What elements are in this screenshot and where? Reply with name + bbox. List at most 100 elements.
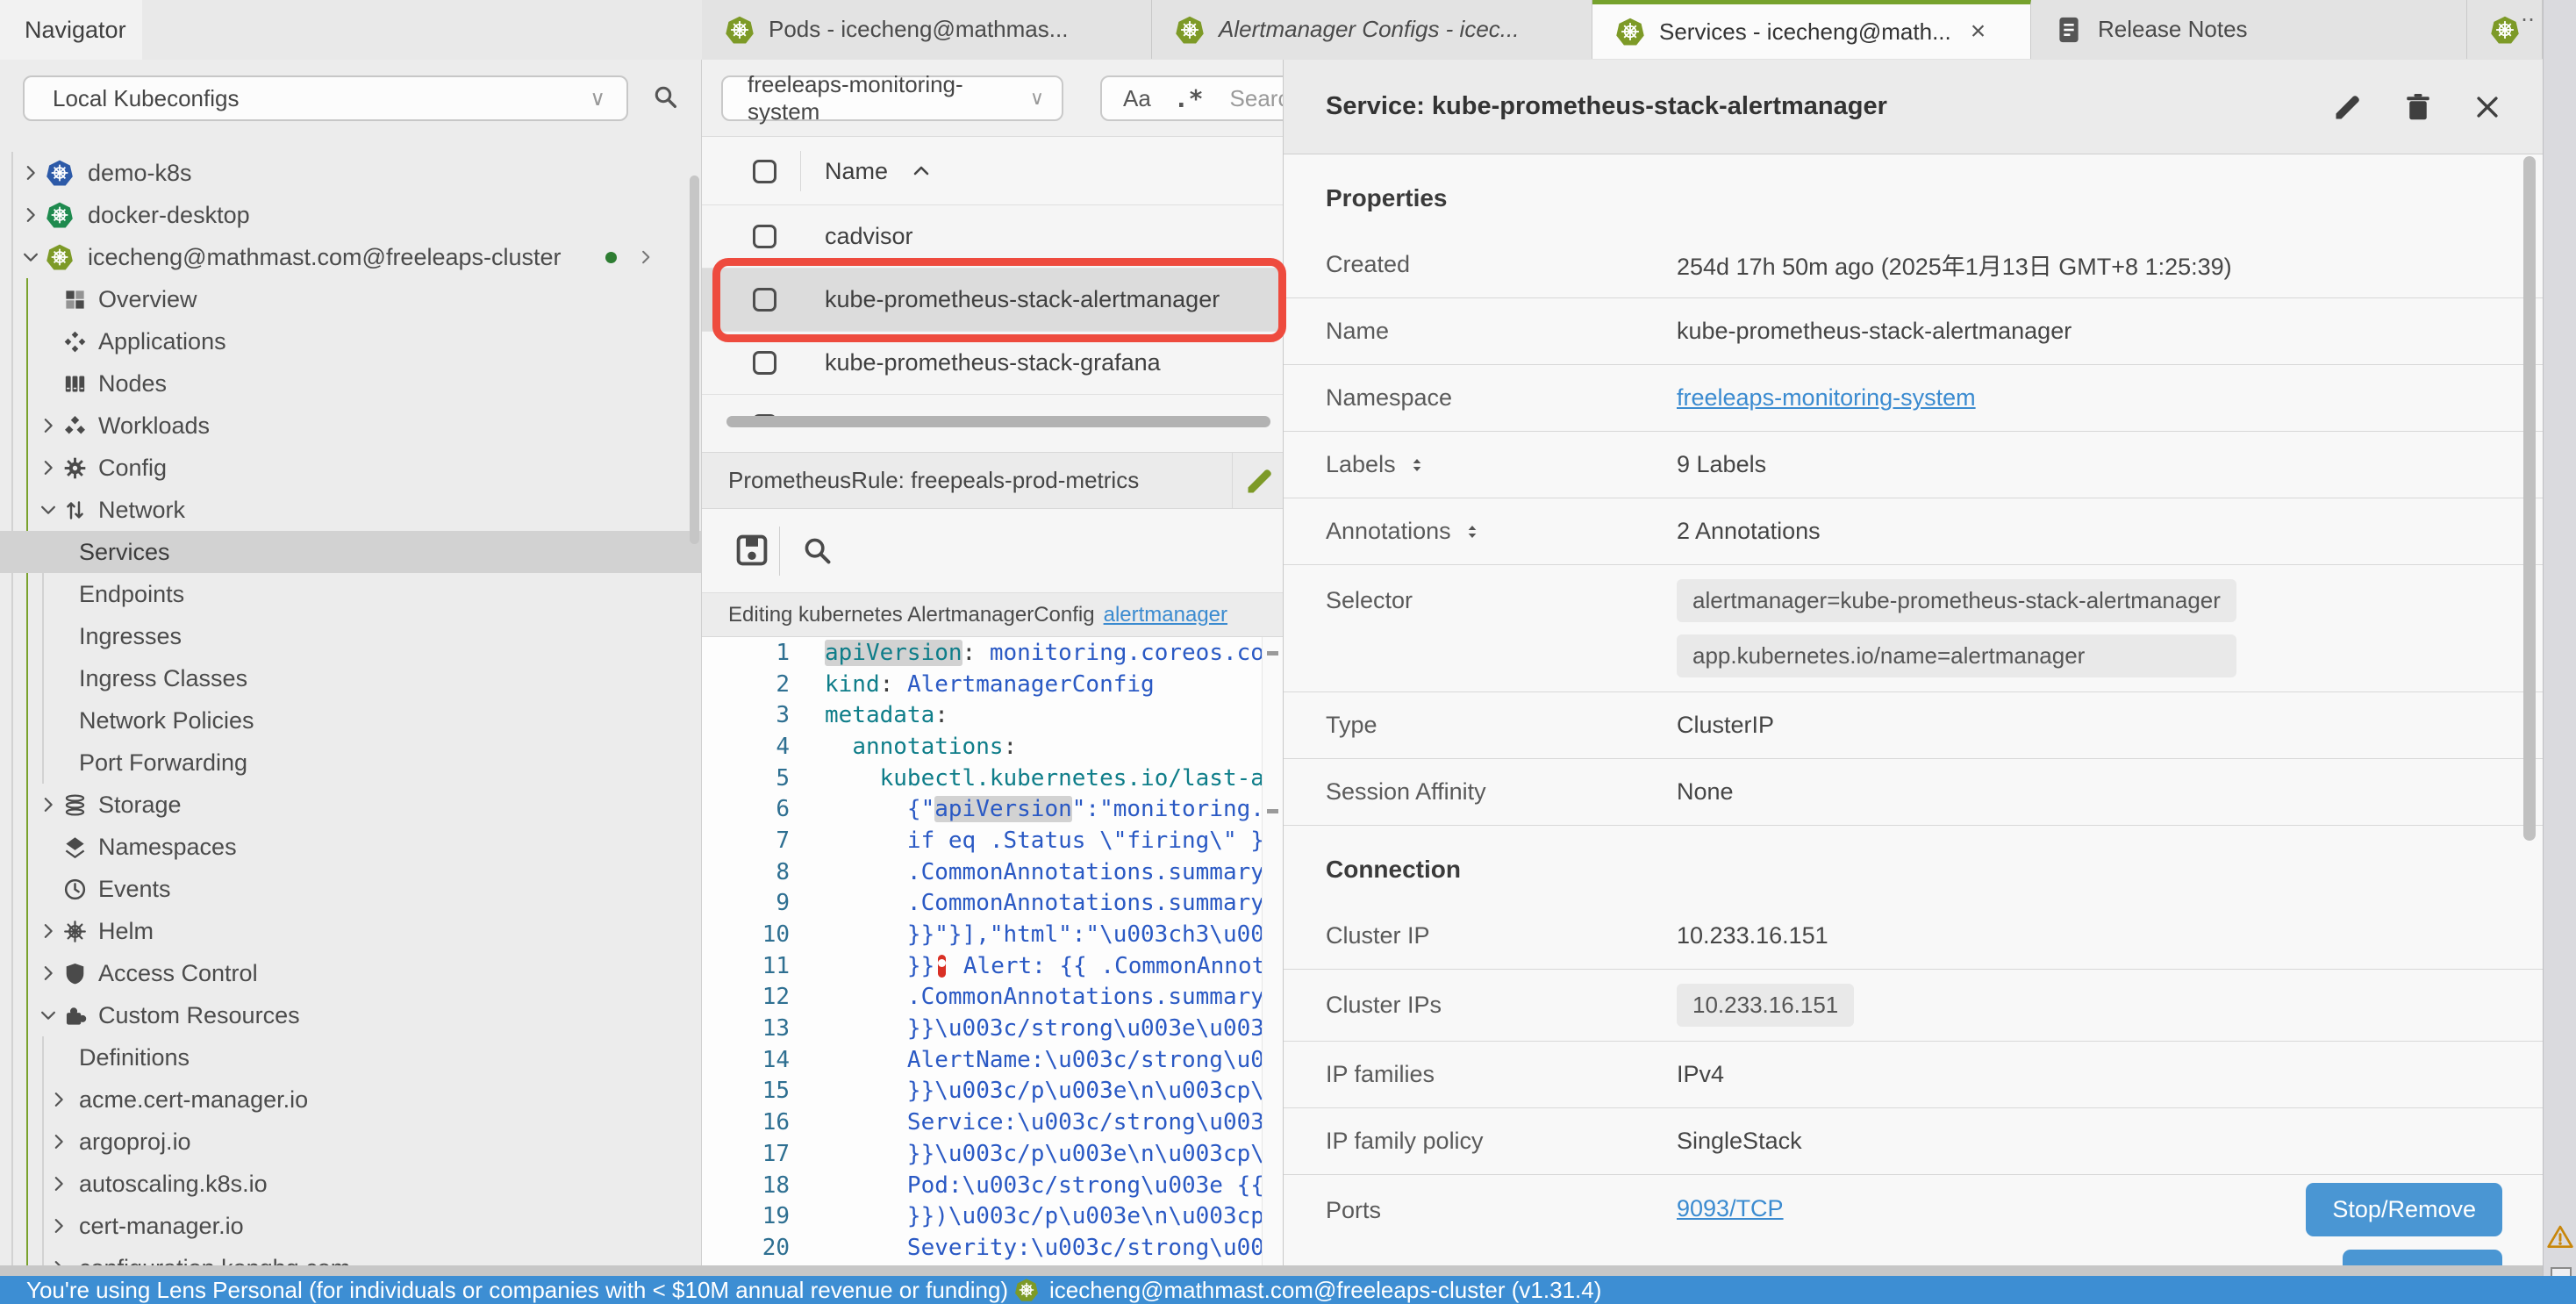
sidebar-item-ingress-classes[interactable]: Ingress Classes bbox=[0, 657, 702, 699]
chevron-down-icon[interactable] bbox=[39, 1006, 58, 1025]
edit-icon[interactable] bbox=[2332, 91, 2364, 123]
chevron-right-icon[interactable] bbox=[39, 795, 58, 814]
code-line-19[interactable]: 19 }})\u003c/p\u003e\n\u003cp\u00 bbox=[702, 1200, 1283, 1232]
tab-alertmanager-configs-icec[interactable]: Alertmanager Configs - icec... bbox=[1152, 0, 1592, 59]
sidebar-item-definitions[interactable]: Definitions bbox=[0, 1036, 702, 1078]
sidebar-scrollbar[interactable] bbox=[690, 176, 699, 544]
namespace-select[interactable]: freeleaps-monitoring-system ∨ bbox=[721, 75, 1063, 121]
chevron-down-icon[interactable] bbox=[21, 247, 40, 267]
code-line-10[interactable]: 10 }}"}],"html":"\u003ch3\u003e\u bbox=[702, 919, 1283, 950]
yaml-editor[interactable]: 1apiVersion: monitoring.coreos.com/v12ki… bbox=[702, 637, 1283, 1265]
code-line-3[interactable]: 3metadata: bbox=[702, 699, 1283, 731]
chevron-right-icon[interactable] bbox=[39, 921, 58, 941]
sidebar-item-nodes[interactable]: Nodes bbox=[0, 362, 702, 405]
editor-scroll-marks[interactable] bbox=[1262, 637, 1283, 1265]
search-icon[interactable] bbox=[800, 534, 834, 567]
sidebar-item-docker-desktop[interactable]: docker-desktop bbox=[0, 194, 702, 236]
search-input[interactable]: Aa .* Search... bbox=[1100, 75, 1283, 121]
row-checkbox[interactable] bbox=[753, 351, 776, 375]
code-line-11[interactable]: 11 }} Alert: {{ .CommonAnnotati bbox=[702, 950, 1283, 982]
chevron-right-icon[interactable] bbox=[49, 1258, 68, 1265]
sidebar-item-network[interactable]: Network bbox=[0, 489, 702, 531]
code-line-8[interactable]: 8 .CommonAnnotations.summary }}- bbox=[702, 856, 1283, 888]
chevron-right-icon[interactable] bbox=[49, 1174, 68, 1193]
sidebar-item-services[interactable]: Services bbox=[0, 531, 702, 573]
chevron-right-icon[interactable] bbox=[39, 416, 58, 435]
save-icon[interactable] bbox=[733, 532, 770, 569]
code-line-2[interactable]: 2kind: AlertmanagerConfig bbox=[702, 669, 1283, 700]
chevron-right-icon[interactable] bbox=[49, 1216, 68, 1236]
code-line-7[interactable]: 7 if eq .Status \"firing\" }} bbox=[702, 825, 1283, 856]
code-line-13[interactable]: 13 }}\u003c/strong\u003e\u003c/h3 bbox=[702, 1013, 1283, 1044]
sidebar-item-port-forwarding[interactable]: Port Forwarding bbox=[0, 742, 702, 784]
horizontal-scrollbar[interactable] bbox=[726, 416, 1270, 427]
close-icon[interactable] bbox=[2472, 92, 2502, 122]
sidebar-item-applications[interactable]: Applications bbox=[0, 320, 702, 362]
table-row[interactable] bbox=[702, 395, 1283, 416]
regex-icon[interactable]: .* bbox=[1174, 84, 1204, 113]
chevron-right-icon[interactable] bbox=[49, 1090, 68, 1109]
code-line-20[interactable]: 20 Severity:\u003c/strong\u003e - bbox=[702, 1232, 1283, 1264]
code-line-16[interactable]: 16 Service:\u003c/strong\u003e {- bbox=[702, 1107, 1283, 1138]
sidebar-item-events[interactable]: Events bbox=[0, 868, 702, 910]
editing-resource-link[interactable]: alertmanager bbox=[1104, 603, 1227, 627]
sidebar-item-storage[interactable]: Storage bbox=[0, 784, 702, 826]
stop-remove-button[interactable]: Stop/Remove bbox=[2306, 1183, 2502, 1236]
sidebar-item-acme-cert-manager-io[interactable]: acme.cert-manager.io bbox=[0, 1078, 702, 1121]
chevron-right-icon[interactable] bbox=[39, 964, 58, 983]
sort-toggle-icon[interactable] bbox=[1408, 456, 1426, 474]
chevron-right-icon[interactable] bbox=[637, 248, 655, 266]
sidebar-item-helm[interactable]: Helm bbox=[0, 910, 702, 952]
code-line-12[interactable]: 12 .CommonAnnotations.summary }}- bbox=[702, 982, 1283, 1014]
chevron-right-icon[interactable] bbox=[21, 205, 40, 225]
code-line-4[interactable]: 4 annotations: bbox=[702, 731, 1283, 763]
edit-icon[interactable] bbox=[1244, 465, 1276, 497]
sidebar-item-autoscaling-k8s-io[interactable]: autoscaling.k8s.io bbox=[0, 1163, 702, 1205]
chevron-right-icon[interactable] bbox=[39, 458, 58, 477]
prometheusrule-dock-tab[interactable]: PrometheusRule: freepeals-prod-metrics bbox=[702, 452, 1283, 509]
search-icon[interactable] bbox=[651, 82, 679, 111]
tab-pods-icecheng-mathmas[interactable]: Pods - icecheng@mathmas... bbox=[702, 0, 1152, 59]
kubeconfig-select[interactable]: Local Kubeconfigs ∨ bbox=[23, 75, 628, 121]
chevron-right-icon[interactable] bbox=[49, 1132, 68, 1151]
tab-overflow[interactable]: ‥ bbox=[2467, 0, 2543, 59]
sidebar-item-workloads[interactable]: Workloads bbox=[0, 405, 702, 447]
close-icon[interactable]: × bbox=[1971, 18, 1986, 45]
sidebar-item-icecheng-mathmast-com-freeleaps-cluster[interactable]: icecheng@mathmast.com@freeleaps-cluster bbox=[0, 236, 702, 278]
code-line-5[interactable]: 5 kubectl.kubernetes.io/last-appli bbox=[702, 763, 1283, 794]
sidebar-item-configuration-konghq-com[interactable]: configuration.konghq.com bbox=[0, 1247, 702, 1265]
sort-toggle-icon[interactable] bbox=[1463, 523, 1481, 541]
sidebar-item-network-policies[interactable]: Network Policies bbox=[0, 699, 702, 742]
active-cluster-status[interactable]: icecheng@mathmast.com@freeleaps-cluster … bbox=[1014, 1277, 1601, 1304]
code-line-17[interactable]: 17 }}\u003c/p\u003e\n\u003cp\u003 bbox=[702, 1138, 1283, 1170]
sidebar-item-namespaces[interactable]: Namespaces bbox=[0, 826, 702, 868]
sidebar-item-endpoints[interactable]: Endpoints bbox=[0, 573, 702, 615]
tab-release-notes[interactable]: Release Notes bbox=[2031, 0, 2467, 59]
sidebar-item-demo-k8s[interactable]: demo-k8s bbox=[0, 152, 702, 194]
tab-services-icecheng-math[interactable]: Services - icecheng@math...× bbox=[1592, 0, 2031, 59]
select-all-checkbox[interactable] bbox=[753, 160, 776, 183]
namespace-link[interactable]: freeleaps-monitoring-system bbox=[1677, 384, 1976, 411]
column-header-name[interactable]: Name bbox=[825, 137, 932, 205]
match-case-icon[interactable]: Aa bbox=[1123, 85, 1151, 112]
sidebar-item-argoproj-io[interactable]: argoproj.io bbox=[0, 1121, 702, 1163]
app-bottom-scrollbar[interactable] bbox=[0, 1265, 2543, 1276]
sidebar-item-access-control[interactable]: Access Control bbox=[0, 952, 702, 994]
sidebar-item-overview[interactable]: Overview bbox=[0, 278, 702, 320]
sidebar-item-cert-manager-io[interactable]: cert-manager.io bbox=[0, 1205, 702, 1247]
code-line-6[interactable]: 6 {"apiVersion":"monitoring.core bbox=[702, 793, 1283, 825]
code-line-1[interactable]: 1apiVersion: monitoring.coreos.com/v1 bbox=[702, 637, 1283, 669]
code-line-15[interactable]: 15 }}\u003c/p\u003e\n\u003cp\u003 bbox=[702, 1076, 1283, 1107]
panel-scrollbar[interactable] bbox=[2523, 156, 2536, 841]
port-link[interactable]: 9093/TCP bbox=[1677, 1195, 1784, 1222]
code-line-18[interactable]: 18 Pod:\u003c/strong\u003e {{ .Co bbox=[702, 1170, 1283, 1201]
chevron-right-icon[interactable] bbox=[21, 163, 40, 183]
row-checkbox[interactable] bbox=[753, 225, 776, 248]
sidebar-item-custom-resources[interactable]: Custom Resources bbox=[0, 994, 702, 1036]
navigator-tab[interactable]: Navigator bbox=[0, 0, 142, 60]
code-line-9[interactable]: 9 .CommonAnnotations.summary }}- bbox=[702, 888, 1283, 920]
sidebar-item-ingresses[interactable]: Ingresses bbox=[0, 615, 702, 657]
chevron-down-icon[interactable] bbox=[39, 500, 58, 519]
code-line-14[interactable]: 14 AlertName:\u003c/strong\u003e bbox=[702, 1044, 1283, 1076]
sidebar-item-config[interactable]: Config bbox=[0, 447, 702, 489]
